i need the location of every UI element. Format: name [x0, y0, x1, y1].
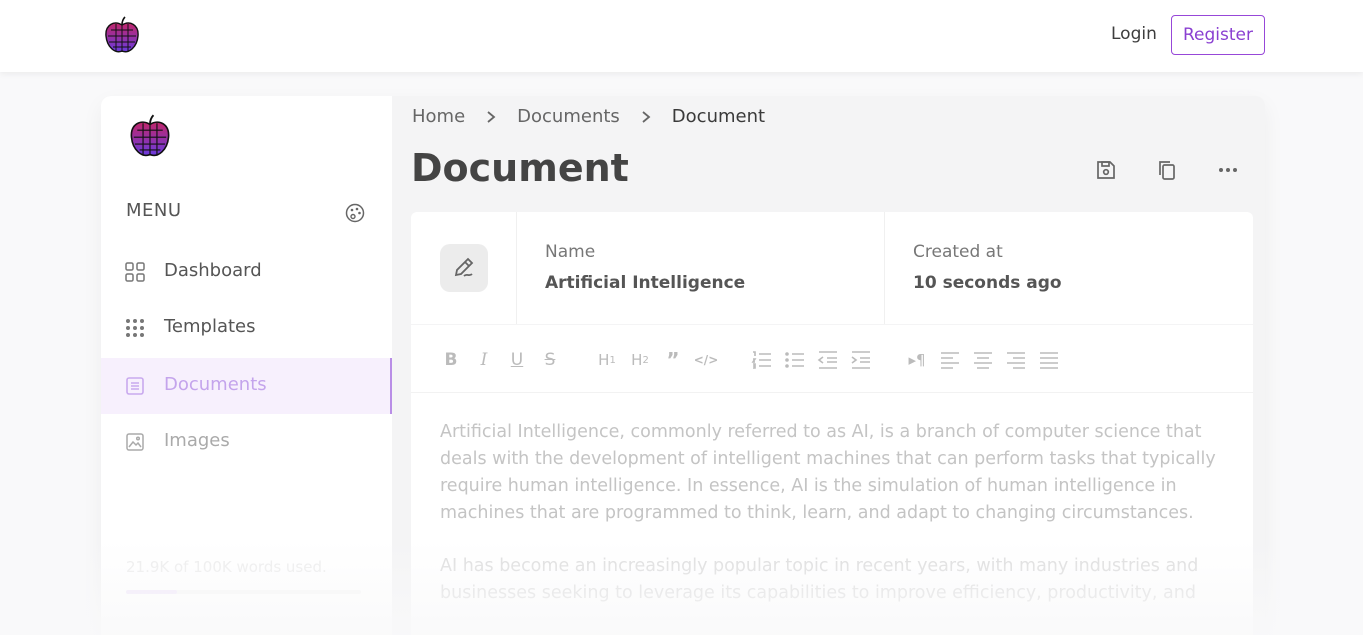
more-icon[interactable]: [1216, 158, 1240, 182]
editor-toolbar: B I U S H1 H2 ” </> ▸¶: [411, 325, 1253, 393]
indent-icon[interactable]: [850, 349, 872, 371]
login-link[interactable]: Login: [1111, 24, 1157, 44]
chevron-right-icon: [620, 107, 672, 127]
created-value: 10 seconds ago: [913, 273, 1062, 293]
created-label: Created at: [913, 242, 1003, 262]
sidebar-item-label: Images: [164, 430, 230, 451]
sidebar-item-documents[interactable]: Documents: [101, 358, 392, 414]
document-type-badge: [440, 244, 488, 292]
breadcrumb-documents[interactable]: Documents: [517, 106, 620, 127]
italic-icon[interactable]: I: [473, 349, 495, 371]
document-info-panel: Name Artificial Intelligence Created at …: [411, 212, 1253, 324]
sidebar-item-label: Dashboard: [164, 260, 262, 281]
sidebar: MENU Dashboard Templates Documents Image…: [101, 96, 392, 635]
dashboard-grid-icon: [125, 262, 145, 282]
breadcrumb: Home Documents Document: [412, 106, 765, 127]
ordered-list-icon[interactable]: [751, 349, 773, 371]
paragraph-direction-icon[interactable]: ▸¶: [906, 349, 928, 371]
underline-icon[interactable]: U: [506, 349, 528, 371]
sidebar-item-label: Documents: [164, 374, 267, 395]
dots-grid-icon: [126, 319, 144, 337]
word-usage-progress-fill: [126, 590, 178, 594]
document-icon: [126, 377, 144, 395]
menu-title: MENU: [126, 200, 182, 221]
sidebar-item-images[interactable]: Images: [101, 414, 392, 470]
pen-edit-icon: [454, 257, 474, 277]
editor: B I U S H1 H2 ” </> ▸¶ Artificial Intell…: [411, 325, 1253, 635]
content-paragraph: Artificial Intelligence, commonly referr…: [440, 422, 1216, 523]
apple-logo-icon[interactable]: [104, 16, 140, 54]
divider: [516, 212, 517, 324]
heading-2-icon[interactable]: H2: [628, 349, 652, 371]
align-right-icon[interactable]: [1005, 349, 1027, 371]
align-left-icon[interactable]: [939, 349, 961, 371]
word-usage-text: 21.9K of 100K words used.: [126, 558, 327, 576]
app-card: MENU Dashboard Templates Documents Image…: [101, 96, 1265, 635]
strikethrough-icon[interactable]: S: [539, 349, 561, 371]
word-usage-progress: [126, 590, 361, 594]
divider: [884, 212, 885, 324]
outdent-icon[interactable]: [817, 349, 839, 371]
name-value: Artificial Intelligence: [545, 273, 746, 293]
bold-icon[interactable]: B: [440, 349, 462, 371]
code-icon[interactable]: </>: [694, 349, 719, 371]
palette-icon[interactable]: [345, 203, 365, 223]
breadcrumb-home[interactable]: Home: [412, 106, 465, 127]
save-icon[interactable]: [1094, 158, 1118, 182]
sidebar-item-label: Templates: [164, 316, 256, 337]
top-navbar: Login Register: [0, 0, 1363, 72]
blockquote-icon[interactable]: ”: [662, 348, 684, 372]
heading-1-icon[interactable]: H1: [595, 349, 619, 371]
sidebar-item-dashboard[interactable]: Dashboard: [101, 244, 392, 300]
editor-content[interactable]: Artificial Intelligence, commonly referr…: [440, 419, 1230, 633]
register-button[interactable]: Register: [1171, 15, 1265, 55]
page-title: Document: [411, 146, 629, 190]
chevron-right-icon: [465, 107, 517, 127]
name-label: Name: [545, 242, 596, 262]
image-icon: [126, 433, 144, 451]
bullet-list-icon[interactable]: [784, 349, 806, 371]
sidebar-item-templates[interactable]: Templates: [101, 300, 392, 356]
align-center-icon[interactable]: [972, 349, 994, 371]
copy-icon[interactable]: [1155, 158, 1179, 182]
apple-logo-icon[interactable]: [129, 114, 171, 158]
align-justify-icon[interactable]: [1038, 349, 1060, 371]
content-paragraph: AI has become an increasingly popular to…: [440, 556, 1199, 603]
breadcrumb-current: Document: [671, 106, 766, 127]
